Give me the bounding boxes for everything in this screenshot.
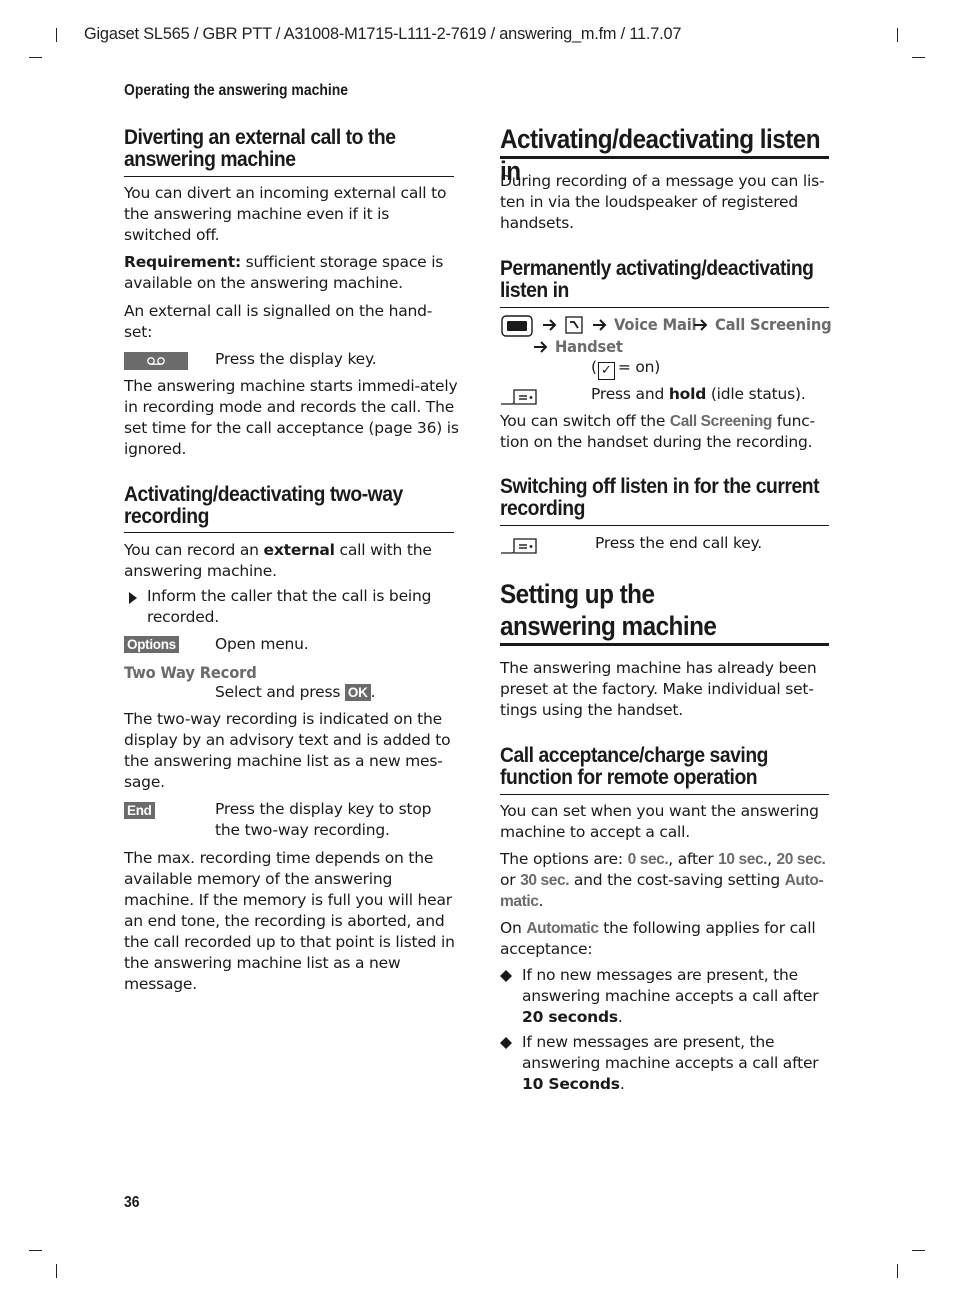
text: ,: [767, 850, 777, 868]
end-call-key-icon: [500, 535, 538, 560]
text: You can record an: [124, 541, 264, 559]
section-rule: [500, 525, 829, 526]
checkbox-checked-icon: ✓: [597, 362, 615, 380]
text: (idle status).: [706, 385, 806, 403]
crop-mark: [912, 1250, 925, 1251]
emphasis: 10 Seconds: [522, 1075, 620, 1093]
emphasis: hold: [668, 385, 707, 403]
paragraph: You can switch off the Call Screening fu…: [500, 411, 835, 453]
step-text: Open menu.: [215, 635, 309, 653]
section-title: Permanently activating/deactivating list…: [500, 257, 814, 302]
check-legend: (✓ = on): [591, 358, 661, 380]
arrow-right-icon: [543, 319, 557, 331]
end-call-key-icon: [500, 386, 538, 411]
chapter-rule: [500, 156, 829, 159]
menu-key-icon: [501, 315, 533, 342]
document-header: Gigaset SL565 / GBR PTT / A31008-M1715-L…: [84, 24, 682, 43]
text: , after: [668, 850, 719, 868]
arrow-right-icon: [534, 341, 548, 353]
option-20-sec: 20 sec.: [776, 851, 826, 868]
diamond-bullet-icon: [500, 970, 512, 982]
arrow-right-icon: [694, 319, 708, 331]
text: .: [538, 892, 544, 910]
diamond-bullet-icon: [500, 1037, 512, 1049]
requirement-paragraph: Requirement: sufficient storage space is…: [124, 252, 459, 294]
end-key: End: [124, 802, 155, 820]
arrow-right-icon: [593, 319, 607, 331]
running-head: Operating the answering machine: [124, 82, 349, 99]
paragraph: You can set when you want the answering …: [500, 802, 819, 841]
menu-path-handset: Handset: [555, 337, 623, 356]
step-text: Select and press OK.: [215, 682, 376, 703]
paragraph: The answering machine starts immedi-atel…: [124, 377, 459, 458]
crop-mark: [29, 1250, 42, 1251]
page-number: 36: [124, 1194, 140, 1211]
paragraph: The two-way recording is indicated on th…: [124, 710, 451, 791]
options-key: Options: [124, 636, 179, 654]
text: = on): [617, 358, 661, 376]
section-title: Call acceptance/charge saving function f…: [500, 744, 769, 789]
step-text: Press and hold (idle status).: [591, 384, 806, 405]
ui-term-call-screening: Call Screening: [669, 413, 772, 430]
crop-mark: [56, 28, 57, 42]
instruction-bullet: Inform the caller that the call is being…: [147, 587, 432, 626]
text: Select and press: [215, 683, 345, 701]
section-rule: [500, 307, 829, 308]
option-10-sec: 10 sec.: [718, 851, 768, 868]
text: .: [619, 1075, 625, 1093]
step-text: Press the end call key.: [595, 534, 763, 552]
option-30-sec: 30 sec.: [520, 872, 570, 889]
menu-path-voice-mail: Voice Mail: [614, 315, 697, 334]
emphasis: external: [263, 541, 335, 559]
text: The options are:: [500, 850, 628, 868]
text: Press and: [591, 385, 669, 403]
crop-mark: [29, 57, 42, 58]
section-rule: [124, 176, 454, 177]
section-title: Activating/deactivating two-way recordin…: [124, 483, 403, 528]
crop-mark: [912, 57, 925, 58]
text: You can switch off the: [500, 412, 670, 430]
paragraph: An external call is signalled on the han…: [124, 302, 433, 341]
paragraph: During recording of a message you can li…: [500, 172, 825, 232]
section-title: Diverting an external call to the answer…: [124, 126, 396, 171]
crop-mark: [897, 1264, 898, 1278]
step-text: Press the display key.: [215, 350, 377, 368]
text: .: [617, 1008, 623, 1026]
text: If no new messages are present, the answ…: [522, 966, 819, 1005]
emphasis: 20 seconds: [522, 1008, 618, 1026]
crop-mark: [897, 28, 898, 42]
text: If new messages are present, the answeri…: [522, 1033, 819, 1072]
ui-term-automatic: Automatic: [526, 920, 599, 937]
options-key-label: Options: [124, 636, 179, 653]
triangle-bullet-icon: [129, 592, 137, 604]
section-rule: [500, 794, 829, 795]
crop-mark: [56, 1264, 57, 1278]
text: and the cost-saving setting: [569, 871, 785, 889]
option-0-sec: 0 sec.: [627, 851, 669, 868]
voicemail-key-icon: [124, 352, 188, 370]
paragraph: On Automatic the following applies for c…: [500, 918, 835, 960]
paragraph: You can record an external call with the…: [124, 540, 459, 582]
step-text: Press the display key to stop the two-wa…: [215, 800, 432, 839]
paragraph: The answering machine has already been p…: [500, 659, 817, 719]
chapter-rule: [500, 643, 829, 646]
text: .: [370, 683, 376, 701]
section-title: Switching off listen in for the current …: [500, 475, 820, 520]
chapter-title: Setting up the answering machine: [500, 579, 717, 641]
options-paragraph: The options are: 0 sec., after 10 sec., …: [500, 849, 840, 912]
ok-key: OK: [344, 684, 371, 701]
text: On: [500, 919, 527, 937]
requirement-label: Requirement:: [124, 253, 241, 271]
paragraph: The max. recording time depends on the a…: [124, 849, 455, 993]
section-rule: [124, 532, 454, 533]
menu-item-two-way-record: Two Way Record: [124, 663, 257, 682]
list-item: If new messages are present, the answeri…: [522, 1032, 834, 1095]
paragraph: You can divert an incoming external call…: [124, 184, 447, 244]
text: or: [500, 871, 521, 889]
list-item: If no new messages are present, the answ…: [522, 965, 834, 1028]
end-key-label: End: [124, 802, 155, 819]
menu-path-call-screening: Call Screening: [715, 315, 832, 334]
